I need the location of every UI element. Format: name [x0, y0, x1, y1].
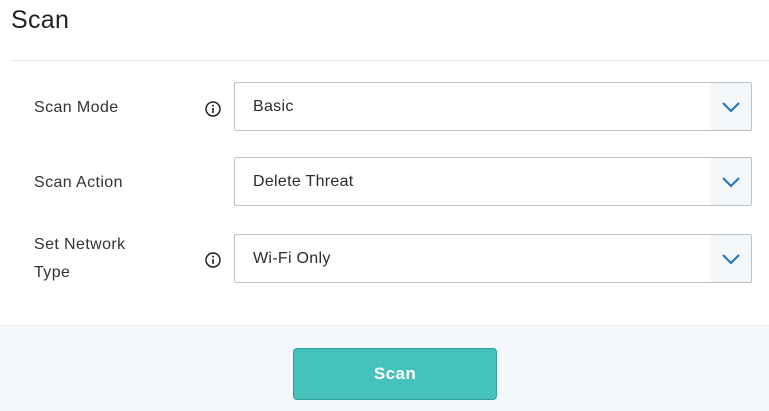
network-type-dropdown-toggle[interactable]: [710, 235, 751, 282]
scan-action-value: Delete Threat: [253, 173, 354, 190]
scan-mode-select[interactable]: Basic: [234, 82, 752, 131]
scan-action-dropdown-toggle[interactable]: [710, 158, 751, 205]
chevron-down-icon: [721, 176, 740, 187]
chevron-down-icon: [721, 101, 740, 112]
network-type-label-line2: Type: [34, 264, 71, 281]
header-divider: [11, 60, 769, 61]
scan-action-label: Scan Action: [34, 174, 123, 191]
info-icon[interactable]: [205, 101, 221, 117]
network-type-label-line1: Set Network: [34, 236, 126, 253]
chevron-down-icon: [721, 253, 740, 264]
scan-page: Scan Scan Mode Basic Scan Action Delete …: [0, 0, 769, 411]
network-type-label: Set Network Type: [34, 231, 126, 287]
scan-mode-label: Scan Mode: [34, 99, 119, 116]
scan-action-select[interactable]: Delete Threat: [234, 157, 752, 206]
info-icon[interactable]: [205, 252, 221, 268]
scan-button[interactable]: Scan: [293, 348, 497, 400]
page-title: Scan: [11, 6, 70, 34]
scan-mode-dropdown-toggle[interactable]: [710, 83, 751, 130]
network-type-select[interactable]: Wi-Fi Only: [234, 234, 752, 283]
network-type-value: Wi-Fi Only: [253, 250, 331, 267]
scan-mode-value: Basic: [253, 98, 294, 115]
